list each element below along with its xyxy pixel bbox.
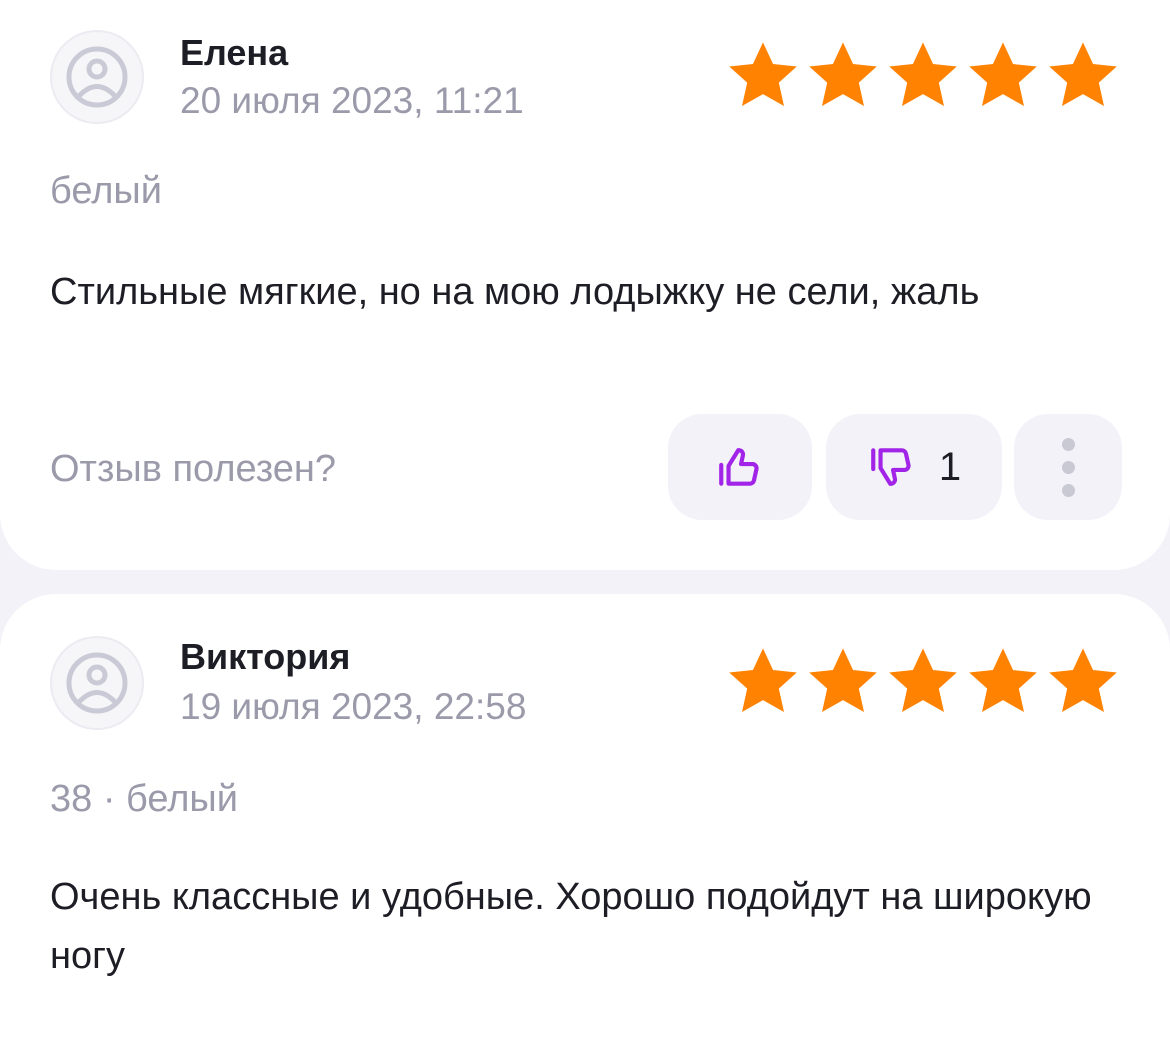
star-icon bbox=[969, 648, 1037, 713]
sad-face-icon bbox=[66, 652, 128, 714]
thumbs-up-icon bbox=[719, 448, 759, 486]
more-button[interactable] bbox=[1014, 414, 1122, 520]
variant-label: 38 · белый bbox=[50, 778, 238, 820]
dislike-button[interactable]: 1 bbox=[826, 414, 1002, 520]
more-vertical-icon bbox=[1061, 437, 1075, 497]
star-icon bbox=[969, 42, 1037, 107]
author-name: Елена bbox=[180, 32, 289, 73]
review-text: Стильные мягкие, но на мою лодыжку не се… bbox=[50, 271, 980, 313]
rating-stars bbox=[726, 646, 1120, 716]
variant-label: белый bbox=[50, 170, 162, 212]
review-card: Елена 20 июля 2023, 11:21 белый Стильные… bbox=[0, 0, 1170, 570]
sad-face-icon bbox=[66, 46, 128, 108]
star-icon bbox=[809, 42, 877, 107]
review-card: Виктория 19 июля 2023, 22:58 38 · белый … bbox=[0, 594, 1170, 1054]
author-name: Виктория bbox=[180, 636, 351, 677]
thumbs-down-icon bbox=[871, 448, 911, 486]
star-icon bbox=[889, 648, 957, 713]
review-date: 19 июля 2023, 22:58 bbox=[180, 686, 527, 727]
star-icon bbox=[1049, 42, 1117, 107]
star-icon bbox=[729, 42, 797, 107]
star-icon bbox=[889, 42, 957, 107]
like-button[interactable] bbox=[668, 414, 812, 520]
review-text: Очень классные и удобные. Хорошо подойду… bbox=[50, 876, 1092, 977]
dislike-count: 1 bbox=[938, 444, 962, 489]
avatar bbox=[50, 636, 144, 730]
avatar bbox=[50, 30, 144, 124]
review-date: 20 июля 2023, 11:21 bbox=[180, 80, 524, 121]
star-icon bbox=[809, 648, 877, 713]
star-icon bbox=[1049, 648, 1117, 713]
helpful-label: Отзыв полезен? bbox=[50, 448, 337, 490]
star-icon bbox=[729, 648, 797, 713]
rating-stars bbox=[726, 40, 1120, 110]
